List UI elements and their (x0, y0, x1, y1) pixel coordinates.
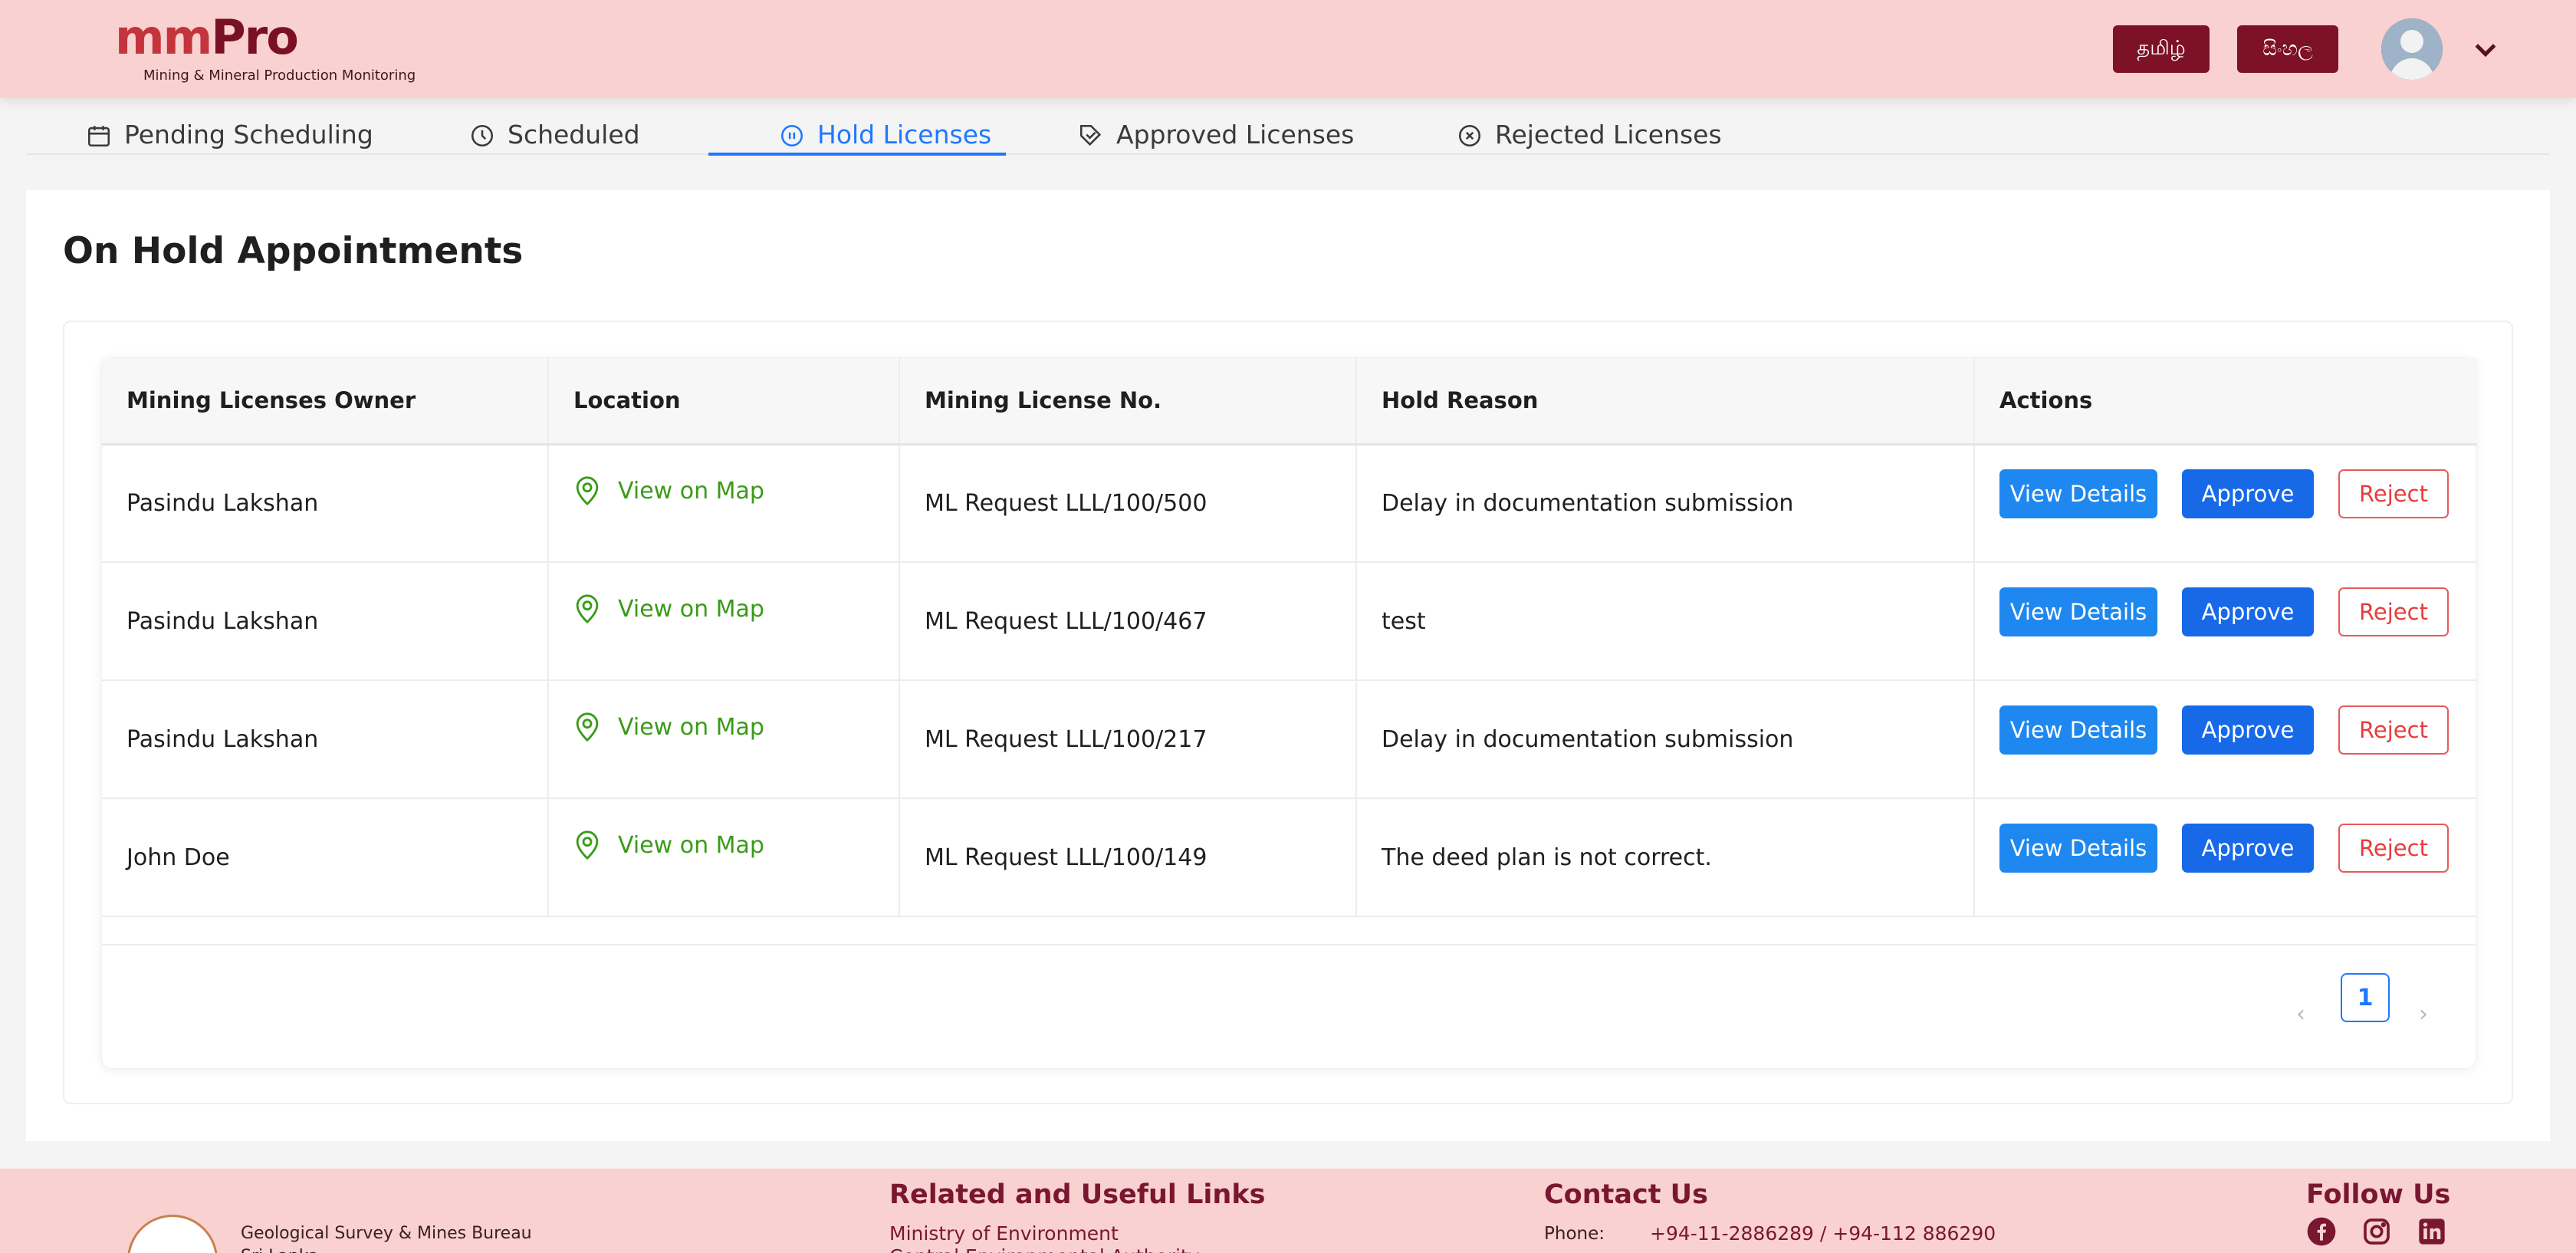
table-row: John Doe View on Map ML Request LLL/100/… (102, 798, 2477, 917)
view-details-button[interactable]: View Details (1999, 587, 2157, 636)
actions-cell: View Details Approve Reject (1974, 562, 2477, 681)
view-on-map-link[interactable]: View on Map (573, 594, 764, 624)
owner-cell: Pasindu Lakshan (102, 562, 549, 681)
column-header-location[interactable]: Location (548, 358, 900, 446)
next-page-button[interactable]: › (2419, 1001, 2428, 1028)
hold-reason-cell: Delay in documentation submission (1356, 680, 1975, 799)
reject-button[interactable]: Reject (2338, 705, 2449, 755)
actions-cell: View Details Approve Reject (1974, 680, 2477, 799)
location-pin-icon (576, 830, 599, 860)
column-header-hold-reason[interactable]: Hold Reason (1356, 358, 1975, 446)
hold-reason-cell: The deed plan is not correct. (1356, 798, 1975, 917)
sinhala-language-button[interactable]: සිංහල (2237, 25, 2338, 73)
view-details-button[interactable]: View Details (1999, 469, 2157, 519)
location-pin-icon (576, 712, 599, 742)
column-header-owner[interactable]: Mining Licenses Owner (102, 358, 549, 446)
user-silhouette-icon (2381, 18, 2443, 80)
page-title: On Hold Appointments (63, 230, 524, 272)
approve-button[interactable]: Approve (2182, 587, 2314, 636)
view-details-button[interactable]: View Details (1999, 824, 2157, 873)
table-row: Pasindu Lakshan View on Map ML Request L… (102, 562, 2477, 681)
hold-licenses-table: Mining Licenses Owner Location Mining Li… (101, 357, 2477, 1069)
location-pin-icon (576, 476, 599, 506)
approve-button[interactable]: Approve (2182, 469, 2314, 519)
tab-label: Rejected Licenses (1495, 120, 1722, 150)
reject-button[interactable]: Reject (2338, 587, 2449, 636)
tab-label: Hold Licenses (817, 120, 992, 150)
logo-accent: Pro (211, 9, 299, 65)
hold-reason-cell: Delay in documentation submission (1356, 444, 1975, 563)
column-header-license-no[interactable]: Mining License No. (899, 358, 1357, 446)
location-cell: View on Map (548, 798, 900, 917)
view-on-map-link[interactable]: View on Map (573, 475, 764, 506)
tab-label: Scheduled (508, 120, 640, 150)
previous-page-button[interactable]: ‹ (2296, 1001, 2305, 1028)
actions-cell: View Details Approve Reject (1974, 444, 2477, 563)
link-central-environmental-authority[interactable]: Central Environmental Authority (889, 1245, 1200, 1253)
view-on-map-label: View on Map (618, 831, 764, 859)
chevron-down-icon[interactable] (2470, 34, 2501, 64)
license-no-cell: ML Request LLL/100/500 (899, 444, 1357, 563)
view-on-map-label: View on Map (618, 713, 764, 741)
linkedin-icon[interactable] (2417, 1216, 2447, 1247)
tab-label: Pending Scheduling (124, 120, 373, 150)
owner-cell: Pasindu Lakshan (102, 444, 549, 563)
instagram-icon[interactable] (2361, 1216, 2392, 1247)
table-container: Mining Licenses Owner Location Mining Li… (63, 321, 2513, 1104)
pause-circle-icon (780, 124, 803, 147)
phone-value[interactable]: +94-11-2886289 / +94-112 886290 (1650, 1222, 1996, 1245)
logo-subtitle: Mining & Mineral Production Monitoring (143, 67, 416, 84)
location-cell: View on Map (548, 562, 900, 681)
tab-label: Approved Licenses (1116, 120, 1355, 150)
column-header-actions: Actions (1974, 358, 2477, 446)
license-no-cell: ML Request LLL/100/149 (899, 798, 1357, 917)
license-no-cell: ML Request LLL/100/467 (899, 562, 1357, 681)
location-cell: View on Map (548, 444, 900, 563)
app-header: mmPro Mining & Mineral Production Monito… (0, 0, 2576, 98)
reject-button[interactable]: Reject (2338, 824, 2449, 873)
location-pin-icon (576, 594, 599, 624)
gsmb-seal-logo (127, 1215, 218, 1253)
table-row: Pasindu Lakshan View on Map ML Request L… (102, 444, 2477, 563)
view-on-map-label: View on Map (618, 595, 764, 623)
calendar-icon (87, 126, 110, 147)
x-circle-icon (1458, 124, 1481, 147)
user-avatar[interactable] (2381, 18, 2443, 80)
table-row: Pasindu Lakshan View on Map ML Request L… (102, 680, 2477, 799)
view-on-map-link[interactable]: View on Map (573, 712, 764, 742)
location-cell: View on Map (548, 680, 900, 799)
facebook-icon[interactable] (2306, 1216, 2337, 1247)
phone-label: Phone: (1544, 1224, 1605, 1244)
follow-title: Follow Us (2306, 1179, 2451, 1210)
clock-icon (471, 124, 494, 147)
org-name: Geological Survey & Mines Bureau (241, 1224, 532, 1243)
actions-cell: View Details Approve Reject (1974, 798, 2477, 917)
contact-title: Contact Us (1544, 1179, 1708, 1210)
links-title: Related and Useful Links (889, 1179, 1266, 1210)
current-page-button[interactable]: 1 (2341, 973, 2390, 1022)
hold-reason-cell: test (1356, 562, 1975, 681)
org-line-2: Sri Lanka (241, 1247, 319, 1253)
table-header-row: Mining Licenses Owner Location Mining Li… (102, 358, 2477, 446)
owner-cell: Pasindu Lakshan (102, 680, 549, 799)
view-on-map-link[interactable]: View on Map (573, 830, 764, 860)
view-details-button[interactable]: View Details (1999, 705, 2157, 755)
approve-button[interactable]: Approve (2182, 705, 2314, 755)
reject-button[interactable]: Reject (2338, 469, 2449, 519)
owner-cell: John Doe (102, 798, 549, 917)
site-footer: Geological Survey & Mines Bureau Sri Lan… (0, 1169, 2576, 1253)
hold-appointments-card: On Hold Appointments Mining Licenses Own… (26, 190, 2550, 1141)
view-on-map-label: View on Map (618, 477, 764, 505)
license-no-cell: ML Request LLL/100/217 (899, 680, 1357, 799)
pagination-divider (102, 944, 2476, 946)
tamil-language-button[interactable]: தமிழ் (2113, 25, 2210, 73)
logo-main: mm (115, 9, 212, 65)
check-tag-icon (1079, 124, 1102, 146)
brand-logo[interactable]: mmPro (115, 14, 299, 61)
approve-button[interactable]: Approve (2182, 824, 2314, 873)
link-ministry-of-environment[interactable]: Ministry of Environment (889, 1222, 1119, 1245)
